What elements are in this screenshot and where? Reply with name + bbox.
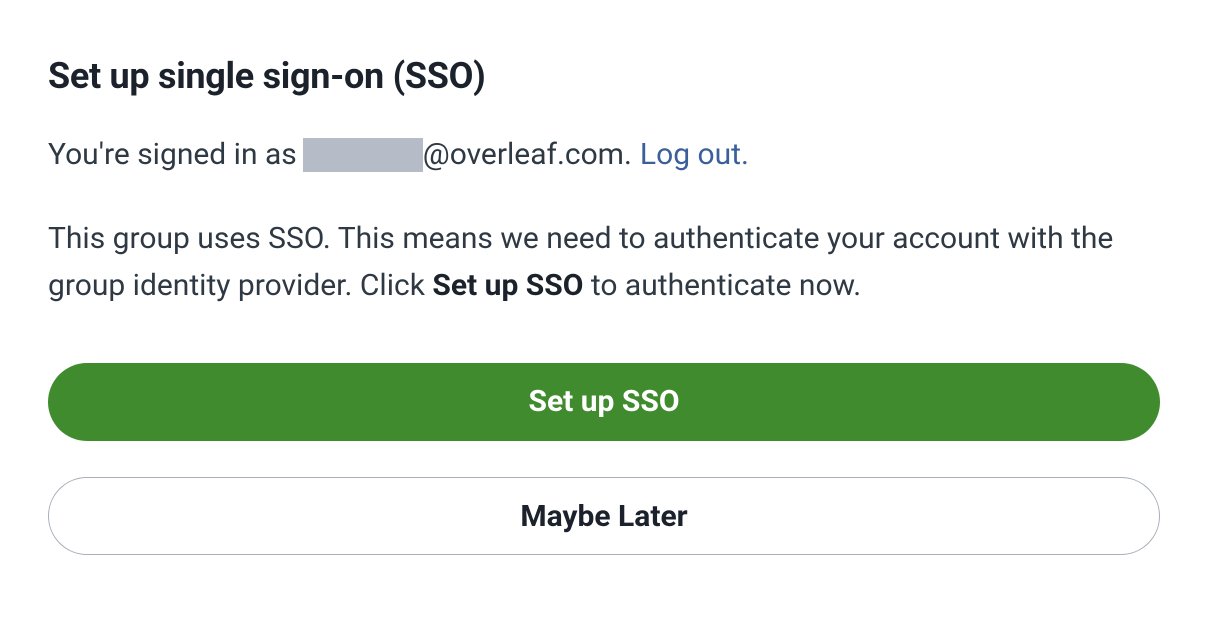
signed-in-prefix: You're signed in as bbox=[48, 135, 297, 174]
logout-link[interactable]: Log out. bbox=[640, 135, 749, 174]
description-bold: Set up SSO bbox=[432, 268, 583, 303]
setup-sso-button[interactable]: Set up SSO bbox=[48, 363, 1160, 441]
signed-in-punctuation: . bbox=[624, 135, 632, 174]
signed-in-domain: @overleaf.com bbox=[423, 135, 624, 174]
sso-description: This group uses SSO. This means we need … bbox=[48, 216, 1160, 309]
redacted-username bbox=[303, 138, 423, 172]
signed-in-status: You're signed in as @overleaf.com . Log … bbox=[48, 135, 1160, 174]
maybe-later-button[interactable]: Maybe Later bbox=[48, 477, 1160, 555]
description-part2: to authenticate now. bbox=[583, 268, 861, 303]
page-heading: Set up single sign-on (SSO) bbox=[48, 55, 1160, 97]
